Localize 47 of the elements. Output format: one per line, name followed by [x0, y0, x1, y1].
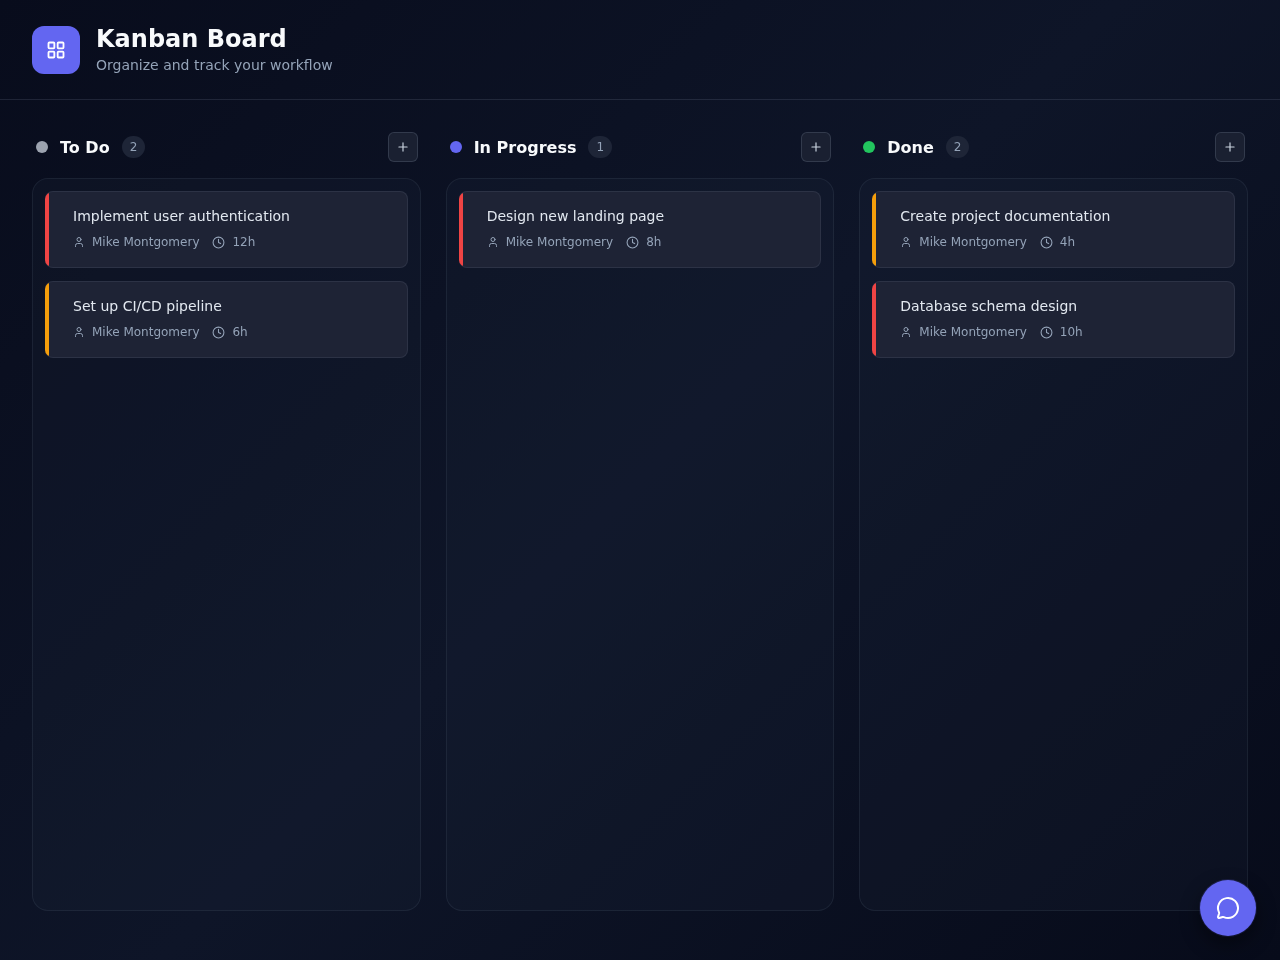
user-icon [486, 236, 499, 248]
time-estimate: 8h [646, 234, 662, 250]
chat-bubble-icon [1216, 896, 1240, 920]
clock-icon [626, 235, 640, 249]
clock-icon [1039, 325, 1053, 339]
card-count: 2 [121, 136, 146, 158]
task-card[interactable]: Implement user authentication Mike Montgomery 12h [45, 191, 408, 268]
add-card-button[interactable] [387, 132, 418, 162]
add-card-button[interactable] [801, 132, 832, 162]
time-estimate: 4h [1059, 234, 1076, 250]
user-icon [73, 236, 85, 248]
app-logo-icon [32, 25, 80, 74]
assignee-name: Mike Montgomery [919, 234, 1027, 250]
user-icon [900, 236, 913, 248]
assignee-name: Mike Montgomery [92, 324, 200, 340]
time-estimate: 12h [232, 234, 256, 250]
column-title: In Progress [473, 137, 577, 157]
card-count: 1 [588, 136, 613, 158]
assignee-name: Mike Montgomery [919, 324, 1027, 340]
column-title: Done [887, 137, 934, 157]
clock-icon [1039, 235, 1053, 249]
task-title: Create project documentation [900, 208, 1111, 225]
clock-icon [212, 235, 226, 249]
card-count: 2 [945, 136, 970, 158]
assignee-name: Mike Montgomery [92, 234, 200, 250]
clock-icon [212, 325, 226, 339]
assignee-name: Mike Montgomery [505, 234, 614, 250]
task-card[interactable]: Set up CI/CD pipeline Mike Montgomery 6h [45, 281, 408, 358]
time-estimate: 6h [232, 324, 248, 340]
task-card[interactable]: Design new landing page Mike Montgomery 8h [458, 191, 822, 268]
task-title: Database schema design [900, 298, 1079, 315]
plus-icon [395, 140, 410, 154]
add-card-button[interactable] [1215, 132, 1245, 162]
time-estimate: 10h [1059, 324, 1083, 340]
user-icon [900, 326, 913, 338]
plus-icon [1223, 140, 1237, 154]
chat-button[interactable] [1200, 880, 1256, 936]
task-card[interactable]: Database schema design Mike Montgomery 10h [872, 281, 1235, 358]
task-title: Implement user authentication [73, 208, 290, 225]
task-title: Design new landing page [486, 208, 666, 225]
task-title: Set up CI/CD pipeline [73, 298, 223, 315]
task-card[interactable]: Create project documentation Mike Montgomery 4h [872, 191, 1235, 268]
page-title: Kanban Board [96, 25, 288, 53]
page-subtitle: Organize and track your workflow [96, 57, 333, 74]
column-title: To Do [60, 137, 110, 157]
plus-icon [809, 140, 824, 154]
user-icon [73, 326, 85, 338]
